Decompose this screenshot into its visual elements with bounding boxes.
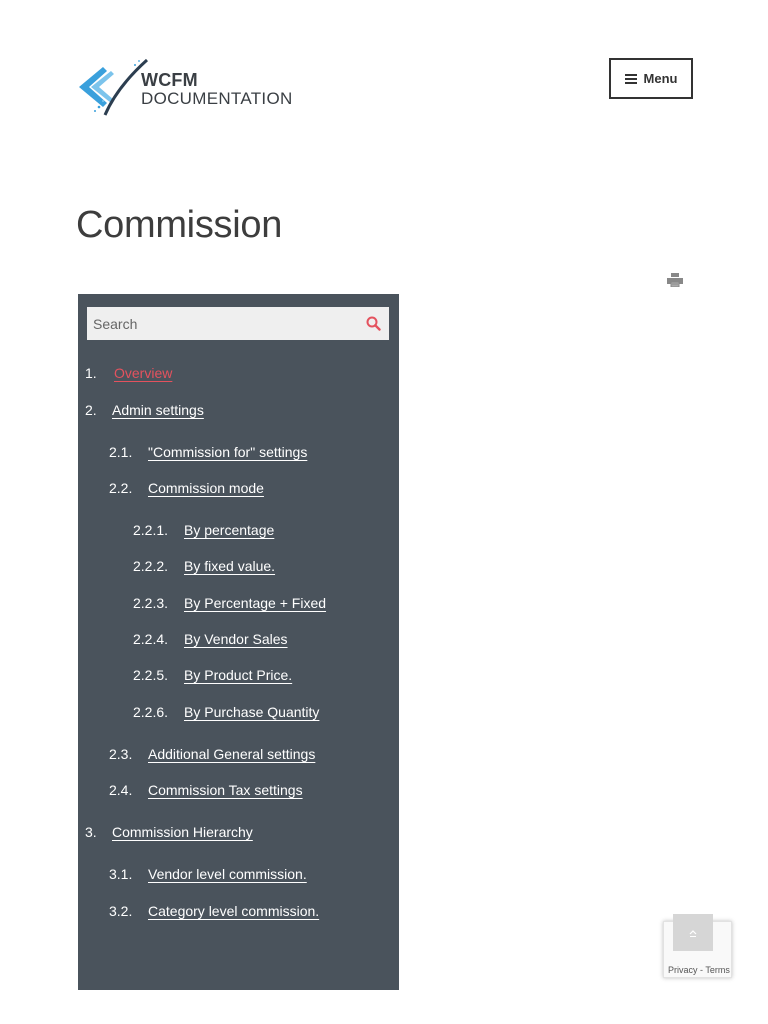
toc-link-commission-mode[interactable]: Commission mode [148,480,264,496]
toc-link-additional-general-settings[interactable]: Additional General settings [148,746,315,762]
toc-number: 2. [85,402,97,418]
menu-button[interactable]: Menu [609,58,693,99]
toc-number: 2.2.1. [133,522,169,538]
logo-line2: DOCUMENTATION [141,89,293,108]
search-box [87,307,389,340]
toc-link-by-percentage[interactable]: By percentage [184,522,274,538]
toc-number: 2.2.2. [133,558,169,574]
toc-link-overview[interactable]: Overview [114,365,172,381]
toc-number: 3. [85,824,97,840]
site-logo[interactable]: WCFM DOCUMENTATION [77,57,292,119]
hamburger-icon [624,73,637,84]
toc-link-by-purchase-quantity[interactable]: By Purchase Quantity [184,704,319,720]
toc-link-commission-hierarchy[interactable]: Commission Hierarchy [112,824,253,840]
logo-text: WCFM DOCUMENTATION [141,71,293,107]
toc-number: 3.1. [109,866,133,882]
back-to-top-button[interactable] [673,914,713,951]
toc-link-commission-for-settings[interactable]: "Commission for" settings [148,444,307,460]
toc-number: 2.2.5. [133,667,169,683]
toc-number: 2.4. [109,782,133,798]
logo-line1: WCFM [141,70,198,90]
table-of-contents: 1. Overview 2. Admin settings 2.1. "Comm… [78,294,399,990]
toc-link-by-fixed-value[interactable]: By fixed value. [184,558,275,574]
toc-number: 3.2. [109,903,133,919]
toc-link-commission-tax-settings[interactable]: Commission Tax settings [148,782,303,798]
toc-number: 2.2.4. [133,631,169,647]
toc-number: 2.2.3. [133,595,169,611]
menu-button-label: Menu [643,71,678,86]
toc-number: 1. [85,365,97,381]
toc-link-vendor-level-commission[interactable]: Vendor level commission. [148,866,307,882]
toc-link-category-level-commission[interactable]: Category level commission. [148,903,319,919]
toc-number: 2.1. [109,444,133,460]
wcfm-logo-icon [79,58,149,116]
search-input[interactable] [93,315,366,332]
page-title: Commission [76,204,283,246]
toc-number: 2.3. [109,746,133,762]
toc-link-by-product-price[interactable]: By Product Price. [184,667,292,683]
toc-link-by-vendor-sales[interactable]: By Vendor Sales [184,631,288,647]
arrow-up-icon [689,929,697,937]
toc-link-by-percentage-fixed[interactable]: By Percentage + Fixed [184,595,326,611]
toc-number: 2.2. [109,480,133,496]
toc-number: 2.2.6. [133,704,169,720]
recaptcha-footer[interactable]: Privacy - Terms [668,965,730,975]
toc-link-admin-settings[interactable]: Admin settings [112,402,204,418]
print-icon[interactable] [667,273,683,287]
search-icon[interactable] [366,316,381,331]
